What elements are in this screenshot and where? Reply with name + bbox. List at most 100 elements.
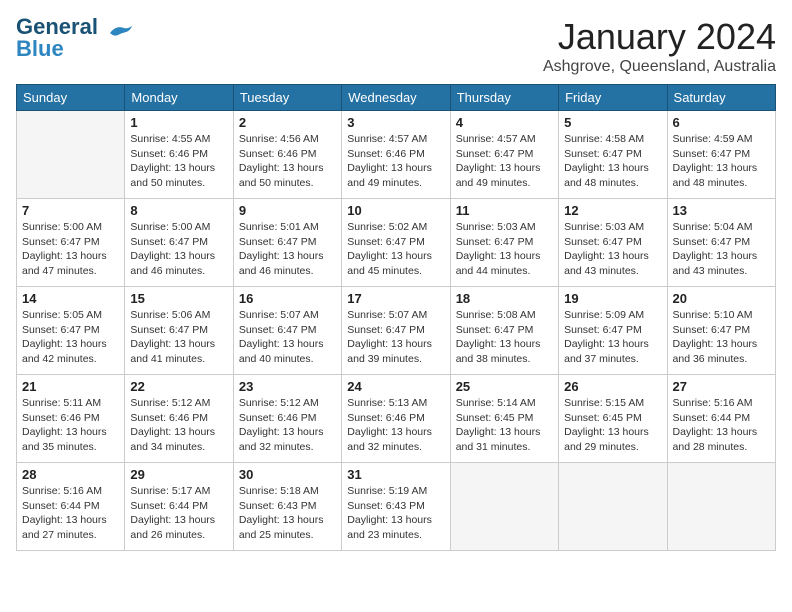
day-number: 21 <box>22 379 119 394</box>
day-info: Sunrise: 5:09 AM Sunset: 6:47 PM Dayligh… <box>564 308 661 367</box>
week-row-4: 21 Sunrise: 5:11 AM Sunset: 6:46 PM Dayli… <box>17 375 776 463</box>
day-cell: 3Sunrise: 4:57 AM Sunset: 6:46 PM Daylig… <box>342 111 450 199</box>
day-number: 23 <box>239 379 336 394</box>
day-cell: 9 Sunrise: 5:01 AM Sunset: 6:47 PM Daylig… <box>233 199 341 287</box>
day-cell: 27Sunrise: 5:16 AM Sunset: 6:44 PM Dayli… <box>667 375 775 463</box>
day-cell: 24Sunrise: 5:13 AM Sunset: 6:46 PM Dayli… <box>342 375 450 463</box>
day-cell <box>17 111 125 199</box>
logo-text: GeneralBlue <box>16 16 98 60</box>
day-number: 22 <box>130 379 227 394</box>
day-number: 11 <box>456 203 553 218</box>
day-cell: 13Sunrise: 5:04 AM Sunset: 6:47 PM Dayli… <box>667 199 775 287</box>
day-info: Sunrise: 5:08 AM Sunset: 6:47 PM Dayligh… <box>456 308 553 367</box>
day-number: 16 <box>239 291 336 306</box>
week-row-2: 7 Sunrise: 5:00 AM Sunset: 6:47 PM Daylig… <box>17 199 776 287</box>
day-cell: 23 Sunrise: 5:12 AM Sunset: 6:46 PM Dayli… <box>233 375 341 463</box>
day-info: Sunrise: 4:56 AM Sunset: 6:46 PM Dayligh… <box>239 132 336 191</box>
day-info: Sunrise: 5:01 AM Sunset: 6:47 PM Dayligh… <box>239 220 336 279</box>
day-cell: 28 Sunrise: 5:16 AM Sunset: 6:44 PM Dayli… <box>17 463 125 551</box>
day-number: 24 <box>347 379 444 394</box>
day-cell: 18Sunrise: 5:08 AM Sunset: 6:47 PM Dayli… <box>450 287 558 375</box>
day-number: 1 <box>130 115 227 130</box>
day-number: 5 <box>564 115 661 130</box>
location-title: Ashgrove, Queensland, Australia <box>543 58 776 76</box>
day-number: 19 <box>564 291 661 306</box>
month-title: January 2024 <box>543 16 776 58</box>
day-info: Sunrise: 5:10 AM Sunset: 6:47 PM Dayligh… <box>673 308 770 367</box>
day-info: Sunrise: 5:15 AM Sunset: 6:45 PM Dayligh… <box>564 396 661 455</box>
day-cell: 25Sunrise: 5:14 AM Sunset: 6:45 PM Dayli… <box>450 375 558 463</box>
day-cell: 10 Sunrise: 5:02 AM Sunset: 6:47 PM Dayli… <box>342 199 450 287</box>
day-cell: 6 Sunrise: 4:59 AM Sunset: 6:47 PM Daylig… <box>667 111 775 199</box>
day-cell: 14 Sunrise: 5:05 AM Sunset: 6:47 PM Dayli… <box>17 287 125 375</box>
day-number: 12 <box>564 203 661 218</box>
col-header-monday: Monday <box>125 85 233 111</box>
day-cell: 20Sunrise: 5:10 AM Sunset: 6:47 PM Dayli… <box>667 287 775 375</box>
logo-bird-icon <box>102 23 134 45</box>
day-number: 31 <box>347 467 444 482</box>
day-cell: 4 Sunrise: 4:57 AM Sunset: 6:47 PM Daylig… <box>450 111 558 199</box>
col-header-wednesday: Wednesday <box>342 85 450 111</box>
day-number: 4 <box>456 115 553 130</box>
day-cell: 2 Sunrise: 4:56 AM Sunset: 6:46 PM Daylig… <box>233 111 341 199</box>
day-cell: 30Sunrise: 5:18 AM Sunset: 6:43 PM Dayli… <box>233 463 341 551</box>
title-area: January 2024 Ashgrove, Queensland, Austr… <box>543 16 776 76</box>
day-number: 15 <box>130 291 227 306</box>
day-info: Sunrise: 5:07 AM Sunset: 6:47 PM Dayligh… <box>239 308 336 367</box>
day-number: 17 <box>347 291 444 306</box>
day-info: Sunrise: 5:18 AM Sunset: 6:43 PM Dayligh… <box>239 484 336 543</box>
day-cell: 7Sunrise: 5:00 AM Sunset: 6:47 PM Daylig… <box>17 199 125 287</box>
day-cell: 12Sunrise: 5:03 AM Sunset: 6:47 PM Dayli… <box>559 199 667 287</box>
day-cell <box>559 463 667 551</box>
day-number: 6 <box>673 115 770 130</box>
day-info: Sunrise: 5:07 AM Sunset: 6:47 PM Dayligh… <box>347 308 444 367</box>
day-info: Sunrise: 4:58 AM Sunset: 6:47 PM Dayligh… <box>564 132 661 191</box>
day-info: Sunrise: 5:12 AM Sunset: 6:46 PM Dayligh… <box>130 396 227 455</box>
day-info: Sunrise: 5:05 AM Sunset: 6:47 PM Dayligh… <box>22 308 119 367</box>
day-cell: 29Sunrise: 5:17 AM Sunset: 6:44 PM Dayli… <box>125 463 233 551</box>
day-cell: 15 Sunrise: 5:06 AM Sunset: 6:47 PM Dayli… <box>125 287 233 375</box>
week-row-5: 28 Sunrise: 5:16 AM Sunset: 6:44 PM Dayli… <box>17 463 776 551</box>
day-info: Sunrise: 5:17 AM Sunset: 6:44 PM Dayligh… <box>130 484 227 543</box>
week-row-1: 1 Sunrise: 4:55 AM Sunset: 6:46 PM Daylig… <box>17 111 776 199</box>
day-cell <box>450 463 558 551</box>
day-info: Sunrise: 5:16 AM Sunset: 6:44 PM Dayligh… <box>22 484 119 543</box>
day-number: 2 <box>239 115 336 130</box>
day-number: 8 <box>130 203 227 218</box>
day-info: Sunrise: 5:03 AM Sunset: 6:47 PM Dayligh… <box>456 220 553 279</box>
day-cell: 26Sunrise: 5:15 AM Sunset: 6:45 PM Dayli… <box>559 375 667 463</box>
col-header-sunday: Sunday <box>17 85 125 111</box>
day-cell: 22 Sunrise: 5:12 AM Sunset: 6:46 PM Dayli… <box>125 375 233 463</box>
day-number: 13 <box>673 203 770 218</box>
day-cell <box>667 463 775 551</box>
day-info: Sunrise: 5:11 AM Sunset: 6:46 PM Dayligh… <box>22 396 119 455</box>
day-number: 14 <box>22 291 119 306</box>
day-info: Sunrise: 4:57 AM Sunset: 6:47 PM Dayligh… <box>456 132 553 191</box>
page-header: GeneralBlue January 2024 Ashgrove, Queen… <box>16 16 776 76</box>
logo-blue: Blue <box>16 36 64 61</box>
day-cell: 31 Sunrise: 5:19 AM Sunset: 6:43 PM Dayli… <box>342 463 450 551</box>
col-header-friday: Friday <box>559 85 667 111</box>
day-cell: 19 Sunrise: 5:09 AM Sunset: 6:47 PM Dayli… <box>559 287 667 375</box>
day-number: 9 <box>239 203 336 218</box>
day-info: Sunrise: 4:57 AM Sunset: 6:46 PM Dayligh… <box>347 132 444 191</box>
day-info: Sunrise: 4:59 AM Sunset: 6:47 PM Dayligh… <box>673 132 770 191</box>
day-info: Sunrise: 5:12 AM Sunset: 6:46 PM Dayligh… <box>239 396 336 455</box>
day-number: 10 <box>347 203 444 218</box>
day-number: 7 <box>22 203 119 218</box>
logo: GeneralBlue <box>16 16 134 60</box>
col-header-thursday: Thursday <box>450 85 558 111</box>
day-cell: 17 Sunrise: 5:07 AM Sunset: 6:47 PM Dayli… <box>342 287 450 375</box>
day-cell: 21 Sunrise: 5:11 AM Sunset: 6:46 PM Dayli… <box>17 375 125 463</box>
day-number: 27 <box>673 379 770 394</box>
day-info: Sunrise: 5:02 AM Sunset: 6:47 PM Dayligh… <box>347 220 444 279</box>
col-header-tuesday: Tuesday <box>233 85 341 111</box>
day-info: Sunrise: 4:55 AM Sunset: 6:46 PM Dayligh… <box>130 132 227 191</box>
day-cell: 11 Sunrise: 5:03 AM Sunset: 6:47 PM Dayli… <box>450 199 558 287</box>
day-info: Sunrise: 5:19 AM Sunset: 6:43 PM Dayligh… <box>347 484 444 543</box>
day-cell: 5 Sunrise: 4:58 AM Sunset: 6:47 PM Daylig… <box>559 111 667 199</box>
day-info: Sunrise: 5:06 AM Sunset: 6:47 PM Dayligh… <box>130 308 227 367</box>
day-number: 28 <box>22 467 119 482</box>
day-info: Sunrise: 5:14 AM Sunset: 6:45 PM Dayligh… <box>456 396 553 455</box>
day-info: Sunrise: 5:00 AM Sunset: 6:47 PM Dayligh… <box>130 220 227 279</box>
